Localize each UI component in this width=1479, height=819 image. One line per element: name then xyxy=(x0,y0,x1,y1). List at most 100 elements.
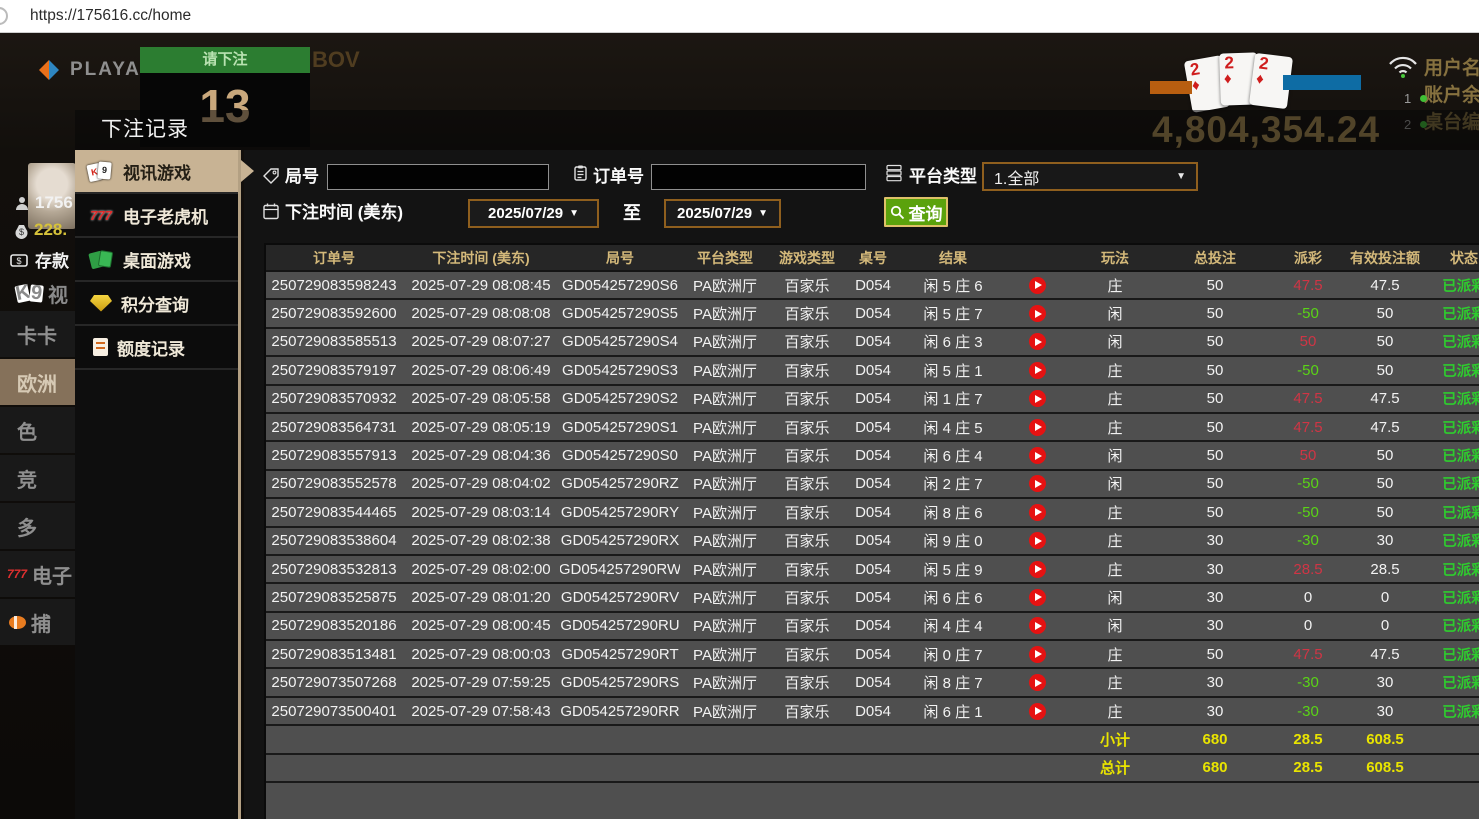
cell-game: 百家乐 xyxy=(770,414,844,440)
replay-button[interactable] xyxy=(1029,589,1046,606)
cell-platform: PA欧洲厅 xyxy=(680,329,770,355)
cell-time: 2025-07-29 08:03:14 xyxy=(402,499,560,525)
header-order: 订单号 xyxy=(266,245,402,270)
balance-label: 账户余额 xyxy=(1424,82,1479,109)
bg-nav-item[interactable]: 欧洲 xyxy=(0,359,75,405)
replay-button[interactable] xyxy=(1029,532,1046,549)
sidebar-item[interactable]: 额度记录 xyxy=(75,326,238,370)
cell-order: 250729083598243 xyxy=(266,272,402,298)
cell-order: 250729083579197 xyxy=(266,357,402,383)
cell-status: 已派彩 xyxy=(1424,613,1479,639)
cell-play xyxy=(1004,584,1070,610)
cell-play xyxy=(1004,357,1070,383)
bg-nav-item[interactable]: 卡卡 xyxy=(0,311,75,357)
svg-text:$: $ xyxy=(16,256,21,266)
cell-result: 闲 5 庄 6 xyxy=(902,272,1004,298)
table-row: 2507290835647312025-07-29 08:05:19GD0542… xyxy=(266,414,1479,442)
date-to-picker[interactable]: 2025/07/29 ▼ xyxy=(664,199,781,228)
document-icon xyxy=(93,338,108,356)
cell-game: 百家乐 xyxy=(770,272,844,298)
cell-status: 已派彩 xyxy=(1424,300,1479,326)
sidebar-item[interactable]: 777电子老虎机 xyxy=(75,194,238,238)
sidebar-item[interactable]: 积分查询 xyxy=(75,282,238,326)
table-row: 2507290835926002025-07-29 08:08:08GD0542… xyxy=(266,300,1479,328)
cell-payout: 28.5 xyxy=(1270,726,1346,752)
cell-play xyxy=(1004,556,1070,582)
replay-button[interactable] xyxy=(1029,646,1046,663)
header-game: 游戏类型 xyxy=(770,245,844,270)
cell-time: 2025-07-29 08:05:58 xyxy=(402,386,560,412)
cell-valid-bet: 50 xyxy=(1346,329,1424,355)
cell-table-no: D054 xyxy=(844,414,902,440)
bg-nav-item[interactable]: 777电子 xyxy=(0,551,75,597)
bg-nav-item[interactable]: 捕 xyxy=(0,599,75,645)
table-row: 2507290835982432025-07-29 08:08:45GD0542… xyxy=(266,272,1479,300)
table-row: 2507290835855132025-07-29 08:07:27GD0542… xyxy=(266,329,1479,357)
cell-game: 百家乐 xyxy=(770,471,844,497)
cell-result: 闲 2 庄 7 xyxy=(902,471,1004,497)
replay-button[interactable] xyxy=(1029,305,1046,322)
cell-platform: PA欧洲厅 xyxy=(680,528,770,554)
round-input[interactable] xyxy=(327,164,549,190)
order-input[interactable] xyxy=(651,164,866,190)
video-nav-label: 视 xyxy=(48,279,68,308)
cell-valid-bet: 47.5 xyxy=(1346,414,1424,440)
bet-records-modal: 下注记录 K9视讯游戏777电子老虎机桌面游戏积分查询额度记录 局号 订单号 平… xyxy=(75,110,1479,819)
sidebar-item-label: 额度记录 xyxy=(117,335,185,360)
cell-total-bet: 50 xyxy=(1160,641,1270,667)
cell-valid-bet: 50 xyxy=(1346,357,1424,383)
cell-game: 百家乐 xyxy=(770,329,844,355)
clipboard-icon xyxy=(571,164,589,182)
replay-button[interactable] xyxy=(1029,617,1046,634)
cell-round: GD054257290RX xyxy=(560,528,680,554)
cell-bet-side: 闲 xyxy=(1070,329,1160,355)
cell-result: 闲 4 庄 4 xyxy=(902,613,1004,639)
bg-nav-item[interactable]: 多 xyxy=(0,503,75,549)
cell-order: 250729083538604 xyxy=(266,528,402,554)
username-text: 1756 xyxy=(35,193,73,213)
username-label: 用户名称 xyxy=(1424,55,1479,82)
cell-play xyxy=(1004,641,1070,667)
replay-button[interactable] xyxy=(1029,390,1046,407)
sidebar-item-label: 桌面游戏 xyxy=(123,247,191,272)
replay-button[interactable] xyxy=(1029,447,1046,464)
sidebar-item[interactable]: 桌面游戏 xyxy=(75,238,238,282)
cell-status xyxy=(1424,755,1479,781)
replay-button[interactable] xyxy=(1029,475,1046,492)
url-text[interactable]: https://175616.cc/home xyxy=(30,0,191,32)
replay-button[interactable] xyxy=(1029,277,1046,294)
replay-button[interactable] xyxy=(1029,362,1046,379)
cell-valid-bet: 47.5 xyxy=(1346,272,1424,298)
platform-select[interactable]: 1.全部 ▼ xyxy=(982,162,1198,191)
cell-table-no: D054 xyxy=(844,556,902,582)
cell-payout: 28.5 xyxy=(1270,556,1346,582)
cell-result: 闲 5 庄 1 xyxy=(902,357,1004,383)
cell-bet-side: 闲 xyxy=(1070,300,1160,326)
bg-nav-item[interactable]: 色 xyxy=(0,407,75,453)
browser-url-bar[interactable]: https://175616.cc/home xyxy=(0,0,1479,33)
replay-button[interactable] xyxy=(1029,419,1046,436)
cell-order: 250729083564731 xyxy=(266,414,402,440)
platform-select-value: 1.全部 xyxy=(994,165,1039,189)
replay-button[interactable] xyxy=(1029,561,1046,578)
cell-round: GD054257290S0 xyxy=(560,442,680,468)
cell-label: 小计 xyxy=(1070,726,1160,752)
sidebar-item[interactable]: K9视讯游戏 xyxy=(75,150,238,194)
cell-payout: -30 xyxy=(1270,698,1346,724)
cell-table-no: D054 xyxy=(844,528,902,554)
cell-payout: -50 xyxy=(1270,471,1346,497)
cell-status: 已派彩 xyxy=(1424,272,1479,298)
cell-payout: 47.5 xyxy=(1270,272,1346,298)
chevron-down-icon: ▼ xyxy=(758,208,768,219)
bg-nav-label: 竞 xyxy=(17,464,37,493)
replay-button[interactable] xyxy=(1029,703,1046,720)
deposit-button[interactable]: $ 存款 xyxy=(10,247,69,272)
replay-button[interactable] xyxy=(1029,333,1046,350)
search-button[interactable]: 查询 xyxy=(884,197,948,227)
cell-time: 2025-07-29 08:04:02 xyxy=(402,471,560,497)
replay-button[interactable] xyxy=(1029,504,1046,521)
date-from-picker[interactable]: 2025/07/29 ▼ xyxy=(468,199,599,228)
replay-button[interactable] xyxy=(1029,674,1046,691)
bg-nav-item[interactable]: 竞 xyxy=(0,455,75,501)
chevron-down-icon: ▼ xyxy=(569,208,579,219)
